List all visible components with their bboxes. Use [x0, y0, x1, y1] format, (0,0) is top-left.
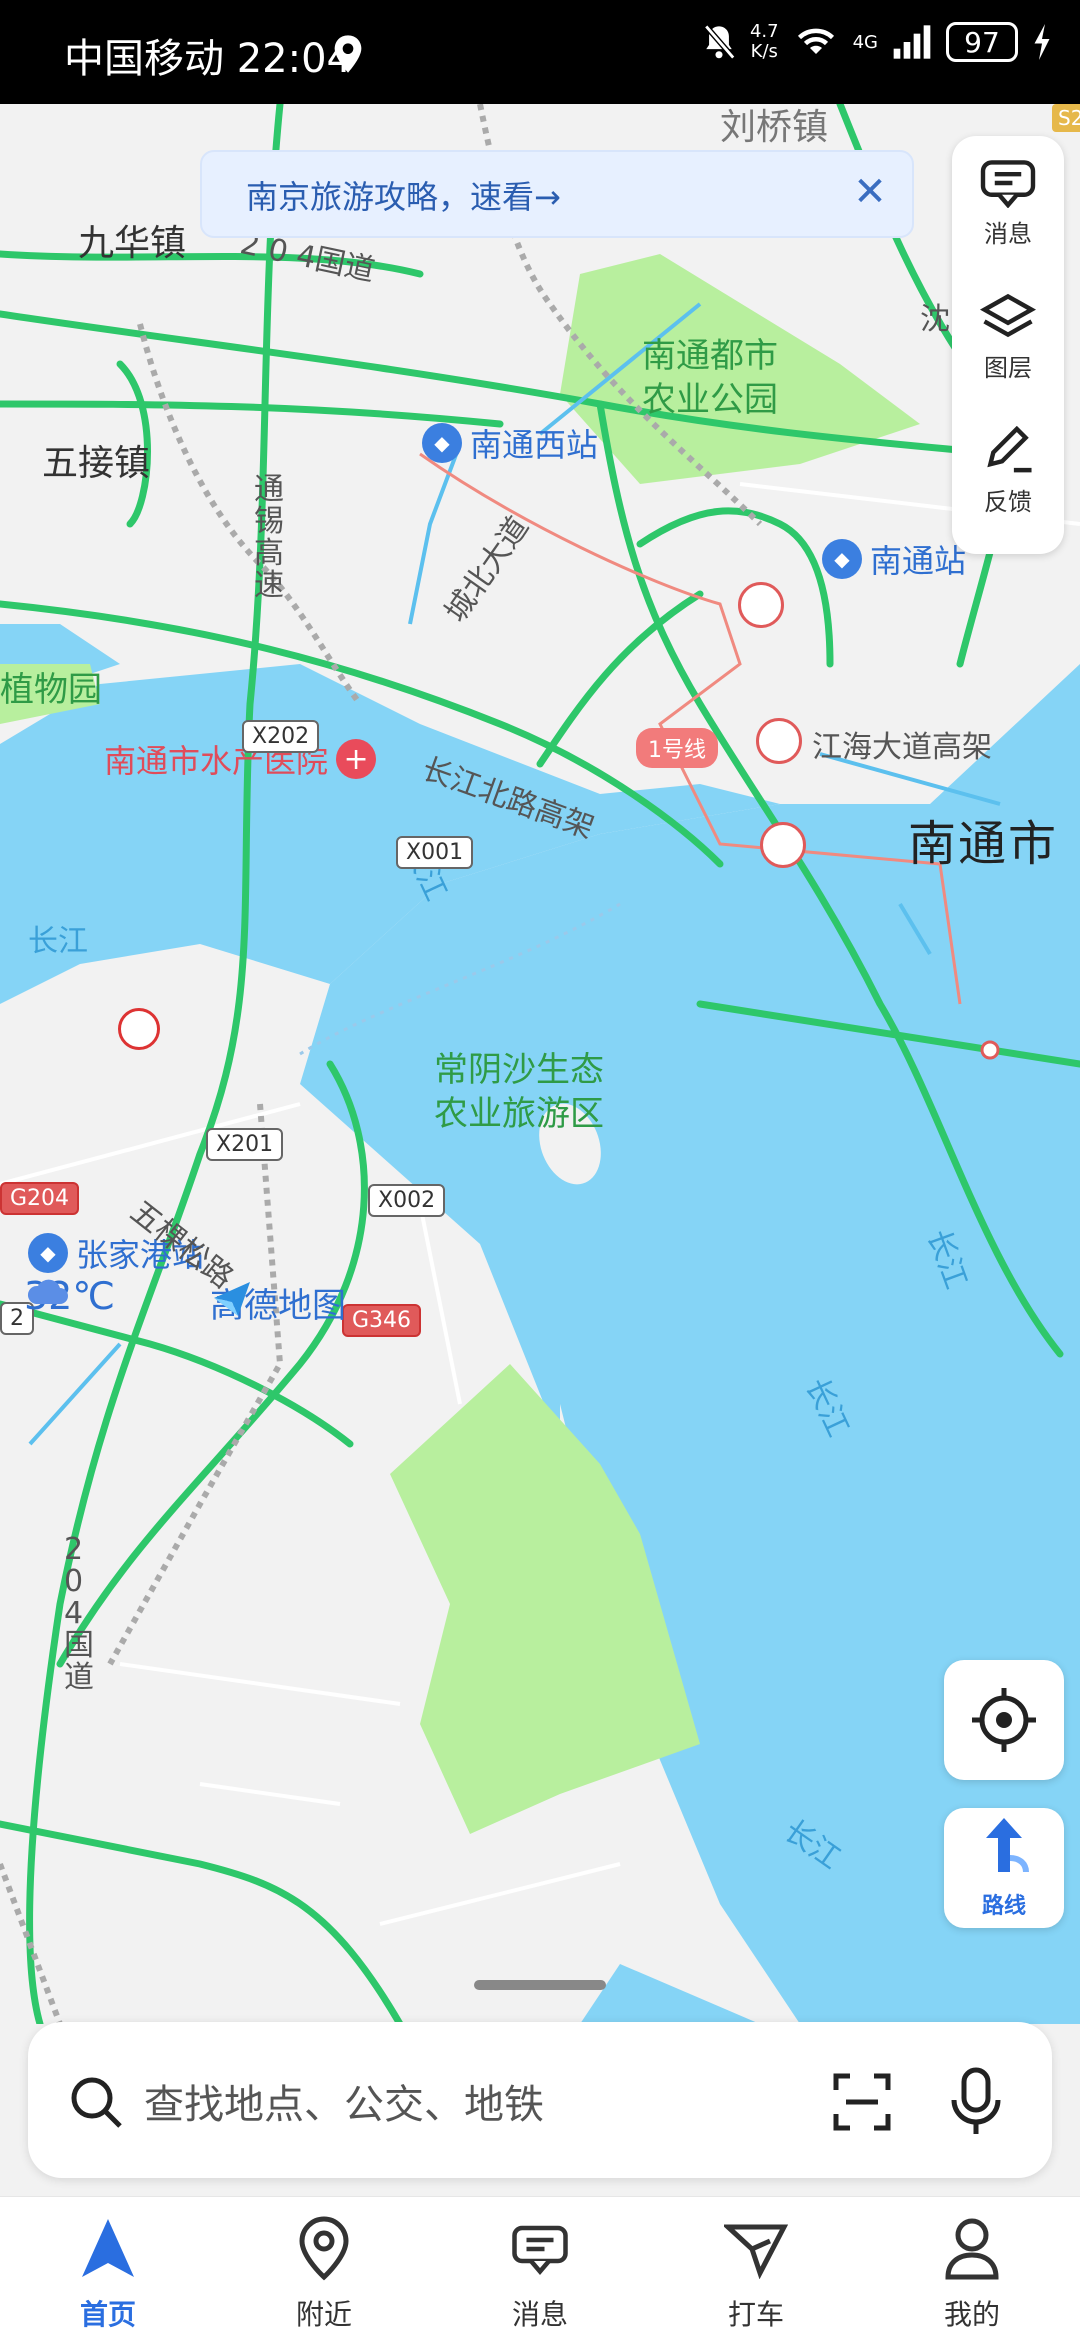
- side-button-message[interactable]: 消息: [952, 158, 1064, 249]
- hospital-cross-icon: +: [336, 739, 377, 779]
- station-nantong-west[interactable]: ◆ 南通西站: [422, 420, 598, 466]
- microphone-icon[interactable]: [946, 2066, 1006, 2138]
- road-shield: S2: [1052, 104, 1080, 132]
- nav-item-taxi[interactable]: 打车: [686, 2197, 826, 2341]
- net-speed: 4.7 K/s: [749, 21, 779, 62]
- charging-icon: [1034, 24, 1050, 60]
- search-bar[interactable]: 查找地点、公交、地铁: [28, 2022, 1052, 2178]
- crosshair-icon: [972, 1688, 1036, 1752]
- search-input[interactable]: 查找地点、公交、地铁: [144, 2072, 544, 2130]
- park-label[interactable]: 农业公园: [642, 380, 778, 420]
- hospital-poi[interactable]: 南通市水产医院 +: [104, 736, 377, 782]
- side-button-feedback[interactable]: 反馈: [952, 425, 1064, 517]
- park-label[interactable]: 农业旅游区: [434, 1094, 604, 1134]
- cloud-icon: [27, 1279, 68, 1304]
- metro-line-label[interactable]: 1号线: [636, 728, 718, 768]
- park-label[interactable]: 常阴沙生态: [434, 1050, 604, 1090]
- drag-handle[interactable]: [474, 1980, 606, 1990]
- battery-indicator: 97: [946, 22, 1018, 62]
- map-side-panel: 消息 图层 反馈: [952, 136, 1064, 554]
- traffic-incident-icon[interactable]: [756, 718, 802, 764]
- promo-banner[interactable]: 南京旅游攻略，速看→ ✕: [200, 150, 914, 238]
- close-icon[interactable]: ✕: [846, 168, 894, 216]
- banner-text[interactable]: 南京旅游攻略，速看→: [246, 172, 561, 218]
- weather-widget[interactable]: 32℃: [24, 1274, 115, 1318]
- route-arrow-icon: [986, 1818, 1029, 1873]
- road-shield: G346: [342, 1304, 422, 1337]
- search-icon: [71, 2077, 122, 2128]
- bottom-nav: 首页 附近 消息 打车 我的: [0, 2196, 1080, 2341]
- place-label[interactable]: 五接镇: [42, 434, 150, 486]
- locate-me-button[interactable]: [944, 1660, 1064, 1780]
- river-label: 长江: [28, 924, 88, 959]
- amap-logo-icon: [214, 1282, 250, 1316]
- map-canvas[interactable]: 九华镇 五接镇 刘桥镇 南通市 南通都市 农业公园 常阴沙生态 农业旅游区 植物…: [0, 104, 1080, 2024]
- message-icon: [980, 160, 1036, 209]
- profile-icon: [945, 2218, 999, 2280]
- construction-icon[interactable]: [738, 582, 784, 628]
- road-shield: X002: [368, 1184, 446, 1217]
- train-station-icon: ◆: [422, 423, 462, 463]
- layers-icon: [979, 293, 1037, 338]
- network-type: 4G: [852, 31, 878, 53]
- road-label: 2 0 4 国 道: [64, 1532, 94, 1695]
- side-button-layers[interactable]: 图层: [952, 292, 1064, 383]
- train-station-icon: ◆: [822, 539, 862, 579]
- signal-icon: [893, 25, 931, 59]
- wifi-icon: [797, 28, 834, 54]
- place-label[interactable]: 九华镇: [78, 214, 186, 266]
- road-shield: X202: [242, 720, 320, 753]
- road-label: 江海大道高架: [812, 730, 992, 765]
- navigation-arrow-icon: [82, 2219, 134, 2277]
- nav-item-nearby[interactable]: 附近: [254, 2197, 394, 2341]
- carrier-time: 中国移动 22:04: [64, 36, 352, 82]
- city-label[interactable]: 南通市: [908, 804, 1058, 874]
- road-shield: G204: [0, 1182, 80, 1215]
- nav-item-profile[interactable]: 我的: [902, 2197, 1042, 2341]
- no-entry-icon[interactable]: [118, 1008, 160, 1050]
- train-station-icon: ◆: [28, 1233, 68, 1273]
- nav-item-messages[interactable]: 消息: [470, 2197, 610, 2341]
- taxi-icon: [724, 2224, 788, 2279]
- status-bar: 中国移动 22:04 4.7 K/s 4G 97: [0, 0, 1080, 104]
- park-label[interactable]: 南通都市: [642, 336, 778, 376]
- brand-logo: 高德地图: [210, 1278, 346, 1327]
- road-shield: X001: [396, 836, 474, 869]
- scan-icon[interactable]: [830, 2070, 894, 2134]
- message-icon: [512, 2225, 568, 2275]
- location-pin-icon: [299, 2216, 349, 2281]
- road-label: 通 锡 高 速: [254, 472, 284, 603]
- construction-icon[interactable]: [760, 822, 806, 868]
- location-icon: [334, 35, 362, 73]
- feedback-icon: [987, 425, 1032, 473]
- place-label[interactable]: 刘桥镇: [720, 104, 828, 150]
- road-shield: X201: [206, 1128, 284, 1161]
- mute-bell-icon: [704, 24, 736, 60]
- road-label: 沈: [920, 302, 950, 337]
- nav-item-home[interactable]: 首页: [38, 2197, 178, 2341]
- park-label[interactable]: 植物园: [0, 670, 102, 710]
- route-button[interactable]: 路线: [944, 1808, 1064, 1928]
- station-nantong[interactable]: ◆ 南通站: [822, 536, 966, 582]
